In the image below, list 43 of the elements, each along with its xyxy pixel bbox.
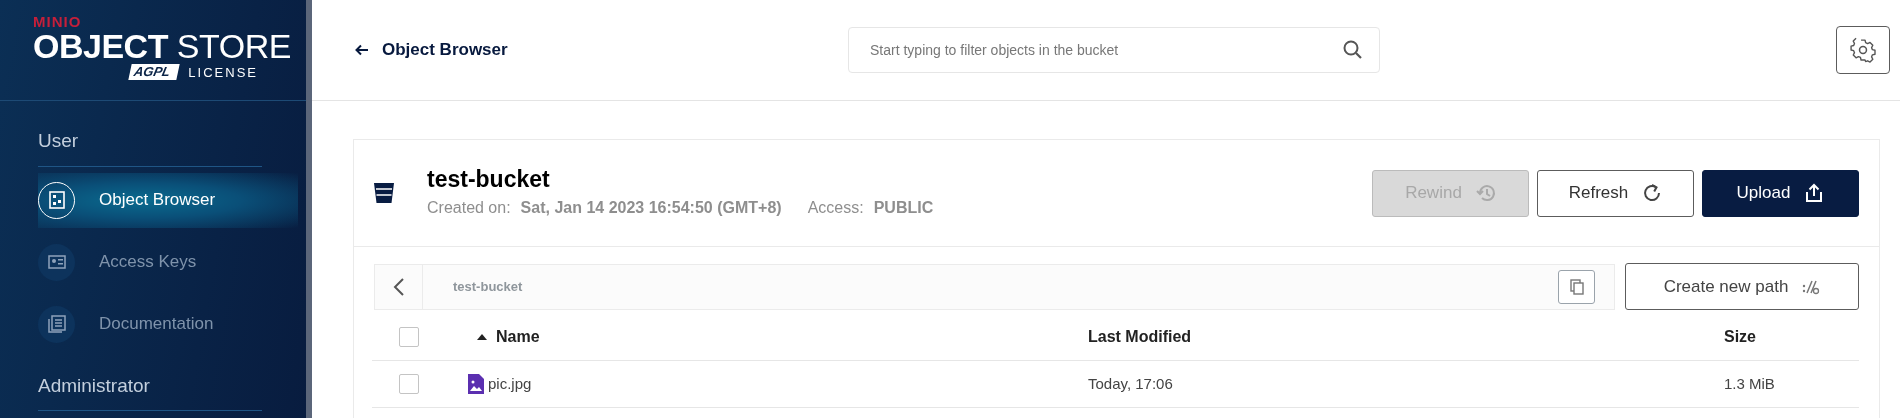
brand-logo: MINIO (33, 14, 83, 29)
image-file-icon (468, 374, 484, 394)
new-path-icon (1802, 278, 1821, 295)
table-cell: Today, 17:06 (1088, 374, 1173, 392)
product-name: OBJECT STORE (33, 29, 292, 65)
create-path-button[interactable]: Create new path (1625, 263, 1859, 310)
search-icon (1342, 39, 1364, 61)
back-button[interactable] (355, 44, 369, 56)
column-header[interactable]: Size (1724, 325, 1756, 349)
refresh-button[interactable]: Refresh (1537, 169, 1694, 217)
upload-button[interactable]: Upload (1702, 169, 1859, 217)
bucket-name: test-bucket (427, 166, 551, 194)
search-field[interactable]: Start typing to filter objects in the bucket (848, 27, 1380, 73)
copy-icon (1569, 278, 1584, 295)
sidebar-item[interactable]: Object Browser (38, 172, 298, 228)
select-all-checkbox[interactable] (399, 327, 419, 347)
back-arrow-icon (355, 44, 369, 56)
settings-icon (1850, 37, 1876, 63)
created-date: Sat, Jan 14 2023 16:54:50 (GMT+8) (520, 197, 782, 218)
section-heading: User (38, 127, 262, 167)
breadcrumb-path: test-bucket (453, 277, 523, 296)
section-heading: Administrator (38, 371, 262, 411)
bucket-icon (373, 182, 395, 204)
history-icon (1475, 183, 1496, 203)
sidebar-item[interactable]: Documentation (38, 296, 298, 352)
refresh-icon (1642, 183, 1663, 203)
column-header[interactable]: Name (496, 325, 540, 349)
row-checkbox[interactable] (399, 374, 419, 394)
field-label: Created on: (427, 197, 511, 218)
copy-path-button[interactable] (1558, 269, 1595, 304)
documents-icon (45, 313, 68, 335)
column-header[interactable]: Last Modified (1088, 325, 1192, 349)
sidebar-item[interactable]: Access Keys (38, 234, 298, 290)
table-cell: 1.3 MiB (1724, 374, 1775, 392)
license-label: LICENSE (188, 63, 258, 82)
access-value: PUBLIC (873, 197, 934, 218)
upload-icon (1804, 183, 1825, 203)
chevron-left-icon (392, 276, 405, 297)
field-label: Access: (807, 197, 864, 218)
page-title: Object Browser (382, 39, 508, 62)
license-badge: AGPL (128, 64, 181, 81)
file-name[interactable]: pic.jpg (488, 372, 532, 396)
settings-button[interactable] (1836, 26, 1890, 74)
